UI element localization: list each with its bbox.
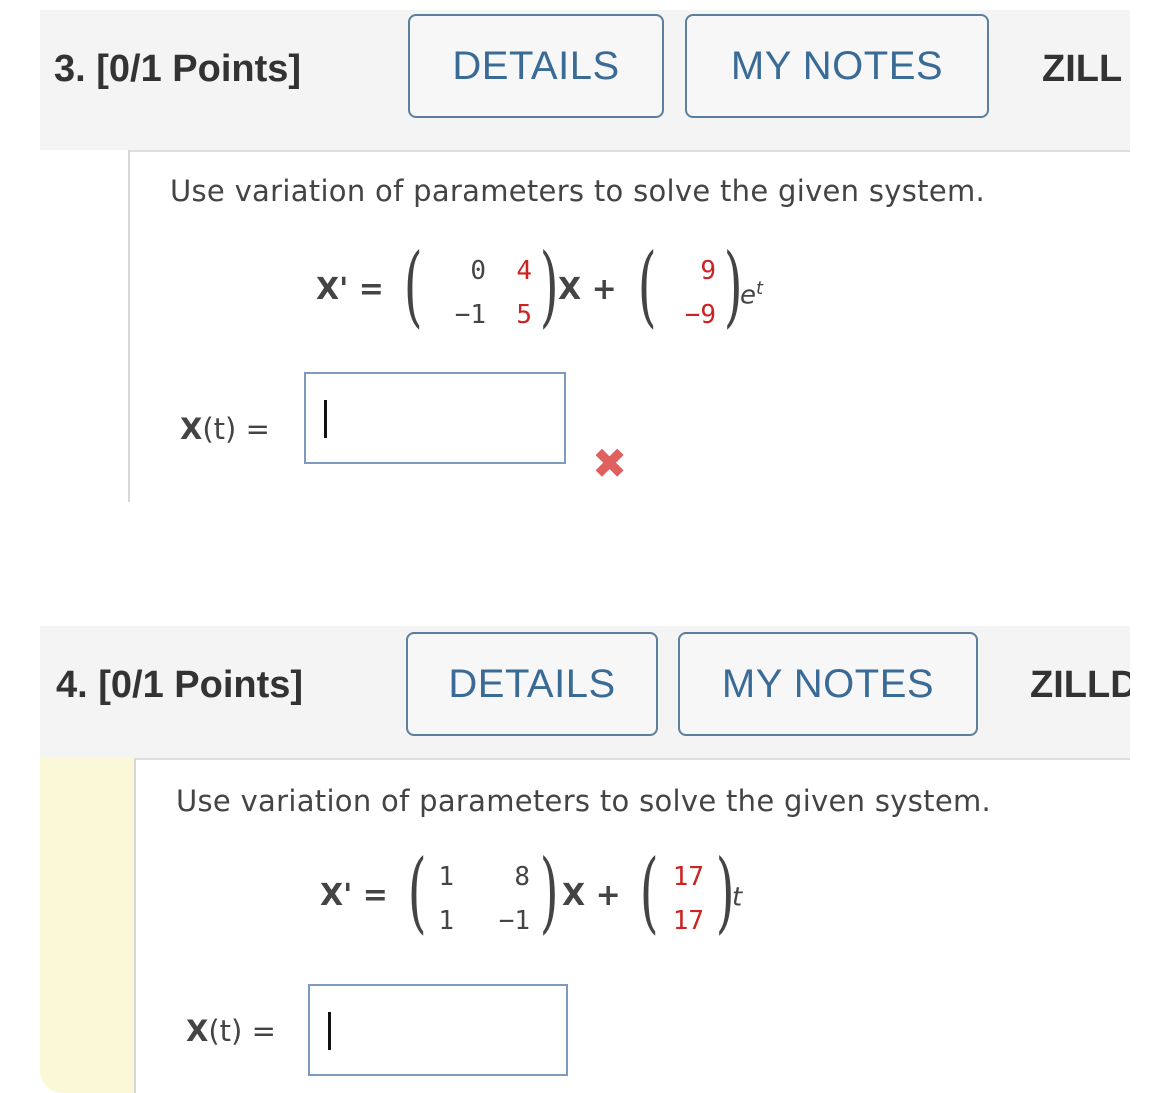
vector-entry: −9 bbox=[684, 300, 716, 330]
forcing-base: e bbox=[740, 280, 756, 311]
right-paren-icon: ) bbox=[539, 840, 559, 943]
vector-entry: 17 bbox=[672, 862, 704, 892]
forcing-exponent: t bbox=[756, 278, 764, 299]
answer-label-x: X bbox=[180, 412, 203, 446]
my-notes-button[interactable]: MY NOTES bbox=[678, 632, 978, 736]
left-paren-icon: ( bbox=[639, 840, 659, 943]
question-left-bar bbox=[40, 150, 128, 502]
forcing-term: et bbox=[740, 278, 763, 311]
divider bbox=[134, 758, 136, 1093]
textbook-source-label: ZILL bbox=[1042, 48, 1123, 90]
textbook-source-label: ZILLD bbox=[1030, 664, 1130, 706]
matrix-entry: 8 bbox=[514, 862, 530, 892]
question-card-3: 3. [0/1 Points] DETAILS MY NOTES ZILL Us… bbox=[40, 10, 1130, 502]
vector-entry: 17 bbox=[672, 906, 704, 936]
text-caret bbox=[324, 400, 327, 438]
incorrect-cross-icon: ✖ bbox=[592, 439, 628, 488]
answer-label-rest: (t) = bbox=[208, 1014, 276, 1048]
answer-input[interactable] bbox=[308, 984, 568, 1076]
matrix-entry: −1 bbox=[498, 906, 530, 936]
question-header: 3. [0/1 Points] DETAILS MY NOTES ZILL bbox=[40, 10, 1130, 152]
left-paren-icon: ( bbox=[407, 840, 427, 943]
divider bbox=[128, 150, 130, 502]
left-paren-icon: ( bbox=[403, 234, 423, 337]
matrix-entry: 5 bbox=[516, 300, 532, 330]
lhs-x-prime: X' = bbox=[320, 878, 388, 913]
question-prompt: Use variation of parameters to solve the… bbox=[176, 784, 992, 818]
answer-input[interactable] bbox=[304, 372, 566, 464]
matrix-entry: 1 bbox=[438, 862, 454, 892]
answer-label-x: X bbox=[186, 1014, 209, 1048]
question-header: 4. [0/1 Points] DETAILS MY NOTES ZILLD bbox=[40, 626, 1130, 760]
details-button[interactable]: DETAILS bbox=[408, 14, 664, 118]
question-title: 4. [0/1 Points] bbox=[56, 664, 304, 706]
question-left-bar bbox=[40, 758, 134, 1093]
matrix-entry: −1 bbox=[454, 300, 486, 330]
text-caret bbox=[328, 1012, 331, 1050]
details-button[interactable]: DETAILS bbox=[406, 632, 658, 736]
matrix-entry: 0 bbox=[470, 256, 486, 286]
forcing-term: t bbox=[732, 880, 742, 913]
answer-label: X(t) = bbox=[180, 412, 270, 446]
forcing-base: t bbox=[732, 882, 743, 913]
left-paren-icon: ( bbox=[637, 234, 657, 337]
answer-label-rest: (t) = bbox=[202, 412, 270, 446]
answer-label: X(t) = bbox=[186, 1014, 276, 1048]
question-prompt: Use variation of parameters to solve the… bbox=[170, 174, 986, 208]
lhs-x-prime: X' = bbox=[316, 272, 384, 307]
question-body: Use variation of parameters to solve the… bbox=[40, 150, 1130, 502]
plus-x: X + bbox=[558, 272, 617, 307]
question-title: 3. [0/1 Points] bbox=[54, 48, 302, 90]
question-body: Use variation of parameters to solve the… bbox=[40, 758, 1130, 1093]
matrix-entry: 1 bbox=[438, 906, 454, 936]
right-paren-icon: ) bbox=[539, 234, 559, 337]
question-card-4: 4. [0/1 Points] DETAILS MY NOTES ZILLD U… bbox=[40, 626, 1130, 1093]
plus-x: X + bbox=[562, 878, 621, 913]
my-notes-button[interactable]: MY NOTES bbox=[685, 14, 989, 118]
vector-entry: 9 bbox=[700, 256, 716, 286]
matrix-entry: 4 bbox=[516, 256, 532, 286]
